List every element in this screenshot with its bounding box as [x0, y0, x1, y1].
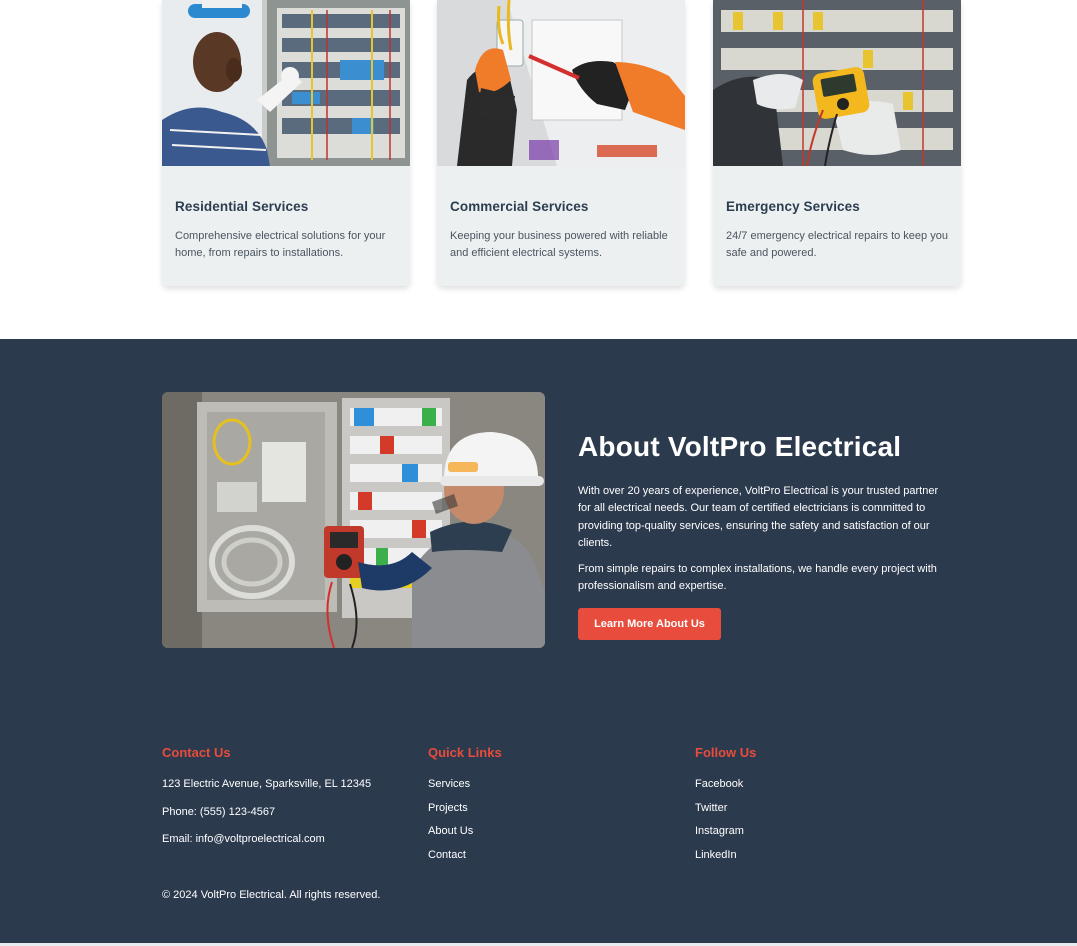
footer-heading: Quick Links [428, 745, 502, 760]
service-card-residential[interactable]: Residential Services Comprehensive elect… [162, 0, 410, 286]
footer-heading: Contact Us [162, 745, 231, 760]
about-paragraph: From simple repairs to complex installat… [578, 563, 937, 593]
contact-address: 123 Electric Avenue, Sparksville, EL 123… [162, 778, 372, 790]
contact-email: Email: info@voltproelectrical.com [162, 833, 325, 845]
service-title: Emergency Services [726, 199, 860, 214]
service-title: Residential Services [175, 199, 309, 214]
service-card-commercial[interactable]: Commercial Services Keeping your busines… [437, 0, 685, 286]
service-card-emergency[interactable]: Emergency Services 24/7 emergency electr… [713, 0, 961, 286]
about-title: About VoltPro Electrical [578, 431, 902, 462]
footer-contact: Contact Us 123 Electric Avenue, Sparksvi… [162, 745, 371, 861]
about-section: About VoltPro Electrical With over 20 ye… [0, 339, 1077, 944]
footer-link-services[interactable]: Services [428, 778, 502, 802]
commercial-service-photo [437, 0, 685, 166]
about-photo [162, 392, 545, 648]
service-description: Comprehensive electrical solutions for y… [175, 230, 386, 259]
copyright-text: © 2024 VoltPro Electrical. All rights re… [162, 889, 381, 901]
social-link-instagram[interactable]: Instagram [695, 825, 756, 849]
footer-quick-links: Quick Links Services Projects About Us C… [428, 745, 502, 873]
about-paragraph: With over 20 years of experience, VoltPr… [578, 485, 939, 549]
service-description: Keeping your business powered with relia… [450, 230, 668, 259]
service-description: 24/7 emergency electrical repairs to kee… [726, 230, 948, 259]
contact-phone: Phone: (555) 123-4567 [162, 805, 276, 818]
learn-more-button[interactable]: Learn More About Us [578, 608, 721, 640]
footer-heading: Follow Us [695, 745, 757, 760]
footer-link-contact[interactable]: Contact [428, 849, 502, 873]
footer-follow: Follow Us Facebook Twitter Instagram Lin… [695, 745, 756, 873]
social-link-twitter[interactable]: Twitter [695, 802, 756, 826]
services-section: Residential Services Comprehensive elect… [0, 0, 1077, 339]
footer-link-projects[interactable]: Projects [428, 802, 502, 826]
footer-link-about[interactable]: About Us [428, 825, 502, 849]
service-title: Commercial Services [450, 199, 589, 214]
emergency-service-photo [713, 0, 961, 166]
social-link-facebook[interactable]: Facebook [695, 778, 756, 802]
residential-service-photo [162, 0, 410, 166]
social-link-linkedin[interactable]: LinkedIn [695, 849, 756, 873]
